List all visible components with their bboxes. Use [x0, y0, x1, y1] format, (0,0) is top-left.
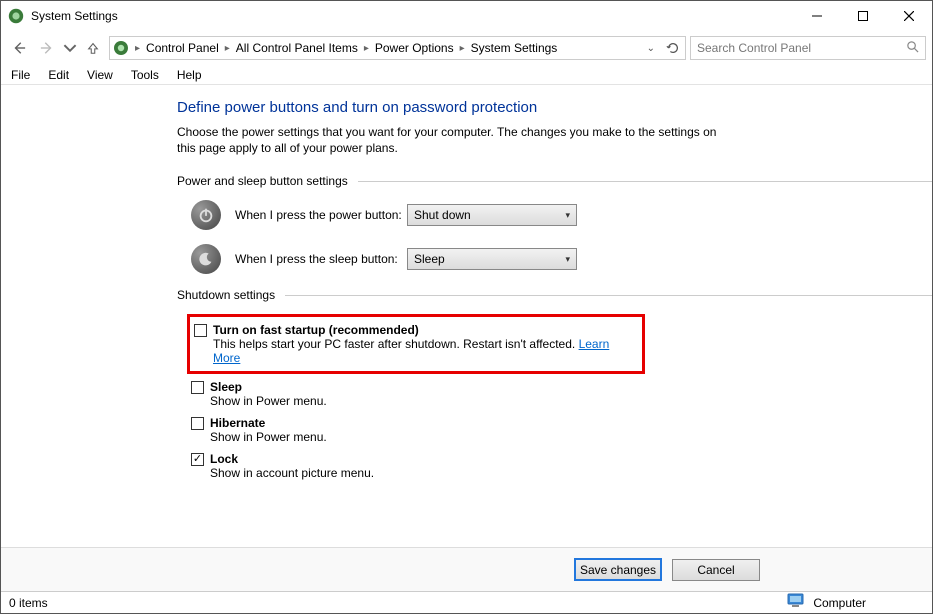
power-button-label: When I press the power button: [235, 208, 407, 222]
control-panel-icon [112, 39, 130, 57]
status-bar: 0 items Computer [1, 591, 932, 613]
sleep-desc: Show in Power menu. [210, 394, 932, 408]
power-button-row: When I press the power button: Shut down… [191, 200, 932, 230]
section-label: Shutdown settings [177, 288, 275, 302]
chevron-right-icon: ▸ [135, 43, 140, 54]
sleep-button-label: When I press the sleep button: [235, 252, 407, 266]
menu-edit[interactable]: Edit [46, 68, 71, 82]
window-title: System Settings [31, 9, 794, 23]
sleep-option: Sleep Show in Power menu. [191, 380, 932, 408]
sleep-icon [191, 244, 221, 274]
page-description: Choose the power settings that you want … [177, 124, 737, 156]
chevron-right-icon: ▸ [225, 43, 230, 54]
lock-title: Lock [210, 452, 238, 466]
section-shutdown: Shutdown settings [177, 288, 932, 302]
fast-startup-option: Turn on fast startup (recommended) This … [194, 323, 638, 365]
content-area: Define power buttons and turn on passwor… [1, 85, 932, 547]
status-computer: Computer [787, 593, 924, 612]
fast-startup-checkbox[interactable] [194, 324, 207, 337]
power-button-dropdown[interactable]: Shut down ▾ [407, 204, 577, 226]
status-items: 0 items [9, 596, 48, 610]
section-label: Power and sleep button settings [177, 174, 348, 188]
save-changes-button[interactable]: Save changes [574, 558, 662, 581]
hibernate-desc: Show in Power menu. [210, 430, 932, 444]
chevron-right-icon: ▸ [460, 43, 465, 54]
menu-tools[interactable]: Tools [129, 68, 161, 82]
menu-bar: File Edit View Tools Help [1, 65, 932, 85]
maximize-button[interactable] [840, 1, 886, 31]
sleep-button-dropdown[interactable]: Sleep ▾ [407, 248, 577, 270]
hibernate-title: Hibernate [210, 416, 265, 430]
search-input[interactable]: Search Control Panel [690, 36, 926, 60]
breadcrumb-item[interactable]: System Settings [468, 41, 561, 55]
sleep-title: Sleep [210, 380, 242, 394]
hibernate-checkbox[interactable] [191, 417, 204, 430]
status-computer-label: Computer [813, 596, 866, 610]
hibernate-option: Hibernate Show in Power menu. [191, 416, 932, 444]
computer-icon [787, 593, 807, 612]
chevron-down-icon[interactable]: ⌄ [647, 43, 655, 54]
menu-view[interactable]: View [85, 68, 115, 82]
power-icon [191, 200, 221, 230]
dropdown-value: Shut down [414, 208, 565, 222]
breadcrumb-item[interactable]: Power Options [372, 41, 457, 55]
minimize-button[interactable] [794, 1, 840, 31]
chevron-down-icon: ▾ [565, 254, 570, 265]
chevron-right-icon: ▸ [364, 43, 369, 54]
highlight-fast-startup: Turn on fast startup (recommended) This … [187, 314, 645, 374]
section-power-sleep: Power and sleep button settings [177, 174, 932, 188]
app-icon [7, 7, 25, 25]
page-title: Define power buttons and turn on passwor… [177, 99, 932, 116]
nav-bar: ▸ Control Panel ▸ All Control Panel Item… [1, 31, 932, 65]
nav-recent-dropdown[interactable] [63, 36, 77, 60]
footer-button-bar: Save changes Cancel [1, 547, 932, 591]
refresh-button[interactable] [663, 41, 683, 55]
divider [285, 295, 932, 296]
chevron-down-icon: ▾ [565, 210, 570, 221]
close-button[interactable] [886, 1, 932, 31]
dropdown-value: Sleep [414, 252, 565, 266]
nav-forward-button[interactable] [35, 36, 59, 60]
lock-desc: Show in account picture menu. [210, 466, 932, 480]
fast-startup-title: Turn on fast startup (recommended) [213, 323, 419, 337]
address-bar[interactable]: ▸ Control Panel ▸ All Control Panel Item… [109, 36, 686, 60]
breadcrumb-item[interactable]: Control Panel [143, 41, 222, 55]
cancel-button[interactable]: Cancel [672, 559, 760, 581]
sleep-checkbox[interactable] [191, 381, 204, 394]
menu-file[interactable]: File [9, 68, 32, 82]
sleep-button-row: When I press the sleep button: Sleep ▾ [191, 244, 932, 274]
divider [358, 181, 932, 182]
fast-startup-desc: This helps start your PC faster after sh… [213, 337, 638, 365]
menu-help[interactable]: Help [175, 68, 204, 82]
lock-checkbox[interactable] [191, 453, 204, 466]
lock-option: Lock Show in account picture menu. [191, 452, 932, 480]
title-bar: System Settings [1, 1, 932, 31]
search-icon [906, 40, 919, 56]
breadcrumb-item[interactable]: All Control Panel Items [233, 41, 361, 55]
nav-up-button[interactable] [81, 36, 105, 60]
search-placeholder: Search Control Panel [697, 41, 906, 55]
nav-back-button[interactable] [7, 36, 31, 60]
